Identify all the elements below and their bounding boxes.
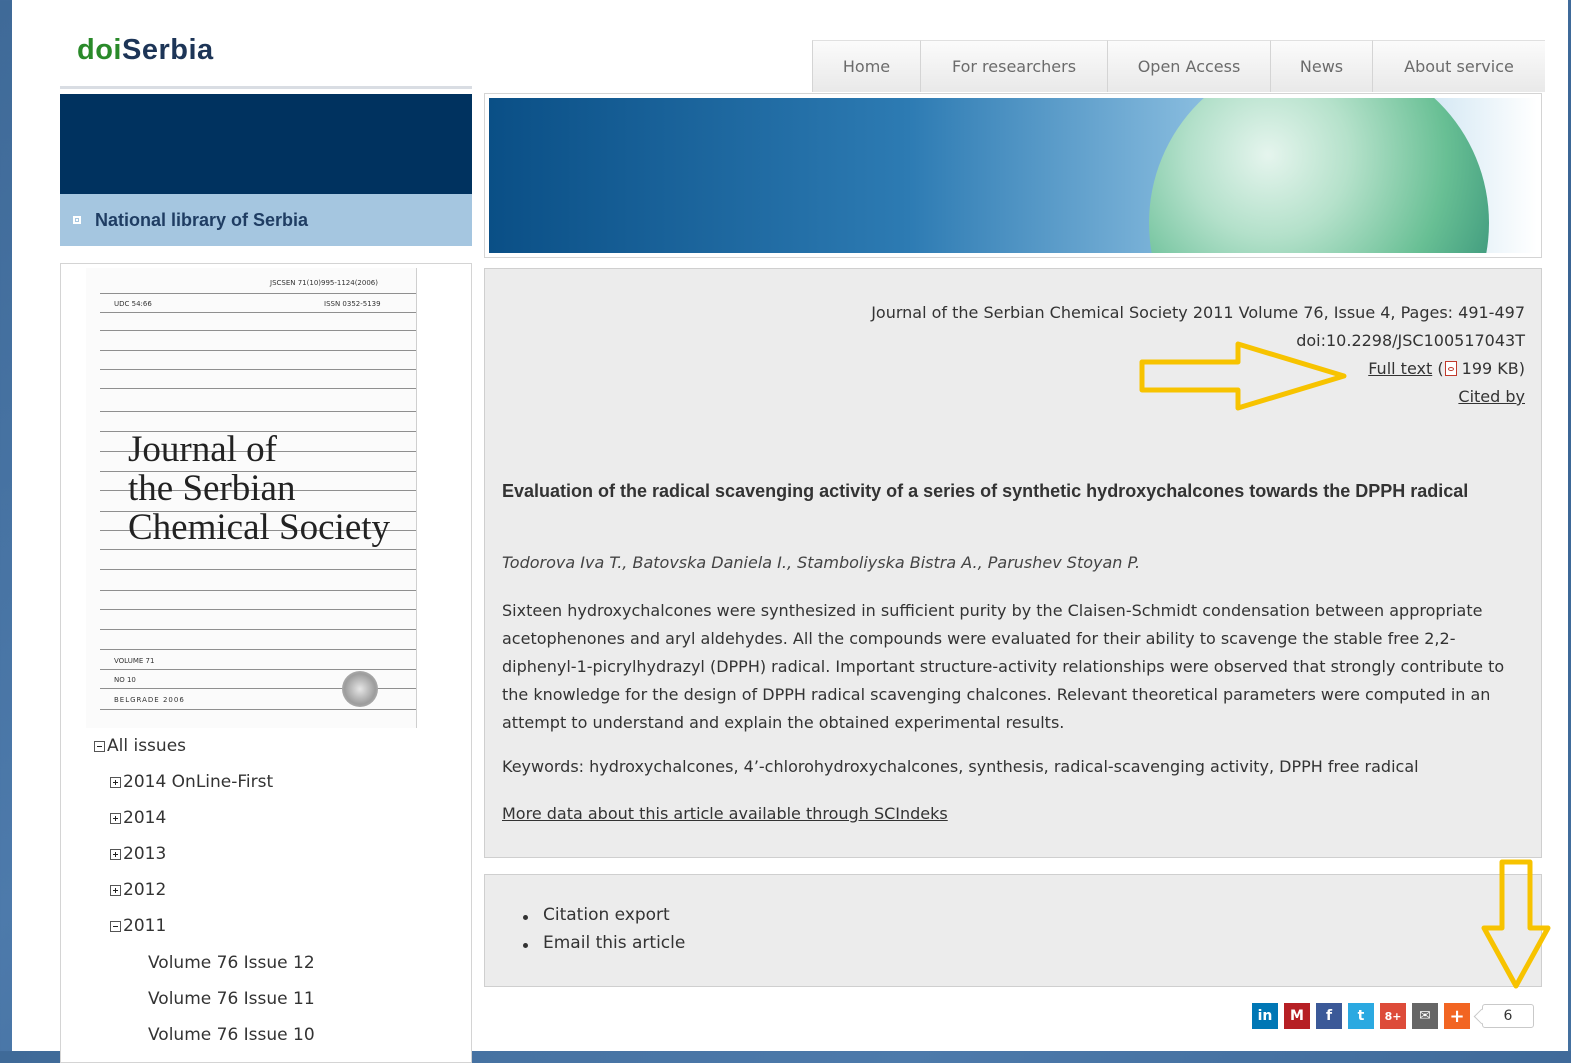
tree-volume-issue[interactable]: Volume 76 Issue 12 [148, 953, 315, 973]
collapse-icon[interactable] [110, 920, 121, 932]
tree-2011[interactable]: 2011 [110, 916, 166, 936]
tree-volume-issue[interactable]: Volume 76 Issue 10 [148, 1025, 315, 1045]
square-bullet-icon [73, 216, 81, 224]
nav-about-service[interactable]: About service [1372, 40, 1545, 92]
linkedin-icon[interactable]: in [1252, 1003, 1278, 1029]
pdf-icon [1444, 361, 1457, 376]
file-size: 199 KB) [1456, 359, 1525, 378]
citation-export-link[interactable]: Citation export [522, 905, 685, 933]
tree-all-issues[interactable]: All issues [94, 736, 186, 756]
nav-open-access[interactable]: Open Access [1107, 40, 1270, 92]
left-rule [60, 86, 472, 89]
cited-by-link[interactable]: Cited by [1458, 387, 1525, 406]
main-nav: Home For researchers Open Access News Ab… [812, 40, 1545, 92]
page: doiSerbia Home For researchers Open Acce… [12, 0, 1568, 1063]
cover-issn: ISSN 0352-5139 [324, 300, 381, 308]
share-bar: in M f t 8+ ✉ + 6 [1252, 1003, 1534, 1029]
article-abstract: Sixteen hydroxychalcones were synthesize… [502, 601, 1505, 732]
nav-home[interactable]: Home [812, 40, 920, 92]
article-citation: Journal of the Serbian Chemical Society … [871, 303, 1525, 322]
cover-code: JSCSEN 71(10)995-1124(2006) [270, 279, 378, 287]
add-more-icon[interactable]: + [1444, 1003, 1470, 1029]
cited-by-row: Cited by [1458, 387, 1525, 406]
site-logo[interactable]: doiSerbia [77, 34, 214, 67]
tree-2013[interactable]: 2013 [110, 844, 166, 864]
email-article-link[interactable]: Email this article [522, 933, 685, 961]
logo-serbia: Serbia [122, 34, 214, 66]
cover-title: Journal of the Serbian Chemical Society [128, 429, 391, 548]
article-panel: Journal of the Serbian Chemical Society … [484, 268, 1542, 858]
full-text-row: Full text ( 199 KB) [1368, 359, 1525, 378]
google-plus-icon[interactable]: 8+ [1380, 1003, 1406, 1029]
article-keywords: Keywords: hydroxychalcones, 4’-chlorohyd… [502, 757, 1419, 776]
society-seal-icon [342, 671, 378, 707]
article-doi: doi:10.2298/JSC100517043T [1296, 331, 1525, 350]
tree-2014-online-first[interactable]: 2014 OnLine-First [110, 772, 273, 792]
full-text-link[interactable]: Full text [1368, 359, 1432, 378]
cover-city-year: BELGRADE 2006 [114, 696, 185, 704]
cover-volume: VOLUME 71 [114, 657, 155, 665]
nav-news[interactable]: News [1270, 40, 1372, 92]
sidebar-header-block [60, 94, 472, 194]
cover-number: NO 10 [114, 676, 136, 684]
banner-image [489, 98, 1537, 253]
expand-icon[interactable] [110, 884, 121, 896]
logo-doi: doi [77, 34, 122, 66]
article-title: Evaluation of the radical scavenging act… [502, 481, 1469, 501]
national-library-label: National library of Serbia [95, 209, 309, 230]
article-tools-panel: Citation export Email this article [484, 874, 1542, 987]
mendeley-icon[interactable]: M [1284, 1003, 1310, 1029]
tree-volume-issue[interactable]: Volume 76 Issue 11 [148, 989, 315, 1009]
tree-2012[interactable]: 2012 [110, 880, 166, 900]
article-authors: Todorova Iva T., Batovska Daniela I., St… [502, 553, 1141, 572]
twitter-icon[interactable]: t [1348, 1003, 1374, 1029]
cover-udc: UDC 54:66 [114, 300, 152, 308]
scindeks-link[interactable]: More data about this article available t… [502, 804, 948, 823]
national-library-link[interactable]: National library of Serbia [60, 194, 472, 246]
tree-2014[interactable]: 2014 [110, 808, 166, 828]
expand-icon[interactable] [110, 812, 121, 824]
journal-cover-image[interactable]: JSCSEN 71(10)995-1124(2006) UDC 54:66 IS… [86, 268, 417, 728]
nav-for-researchers[interactable]: For researchers [920, 40, 1107, 92]
header-banner [484, 93, 1542, 258]
share-count: 6 [1482, 1004, 1534, 1028]
globe-graphic [1149, 98, 1489, 253]
expand-icon[interactable] [110, 776, 121, 788]
facebook-icon[interactable]: f [1316, 1003, 1342, 1029]
collapse-icon[interactable] [94, 740, 105, 752]
expand-icon[interactable] [110, 848, 121, 860]
email-icon[interactable]: ✉ [1412, 1003, 1438, 1029]
